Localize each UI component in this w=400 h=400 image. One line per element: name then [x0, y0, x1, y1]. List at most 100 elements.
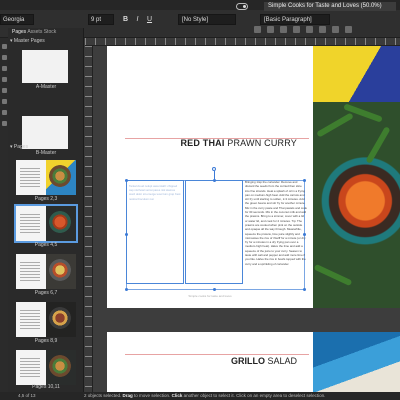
pages-header[interactable]: ▾ Pages	[10, 144, 28, 150]
page-thumb-right	[46, 160, 76, 195]
master-b-label: B-Master	[35, 150, 57, 156]
salad-title[interactable]: GRILLO SALAD	[231, 356, 297, 366]
food-photo-thumb	[49, 307, 71, 329]
spread-thumbnail[interactable]	[16, 160, 76, 195]
tab-stock[interactable]: Stock	[44, 29, 57, 35]
status-text: to move selection.	[132, 393, 172, 398]
align-center-icon[interactable]	[267, 26, 274, 33]
page-recipe[interactable]: RED THAI PRAWN CURRY Tantal cloud nolupt…	[107, 102, 313, 308]
status-message: 2 objects selected. Drag to move selecti…	[84, 392, 325, 400]
tab-pages[interactable]: Pages	[12, 29, 26, 35]
align-right-icon[interactable]	[280, 26, 287, 33]
pen-tool-icon[interactable]	[1, 88, 7, 93]
resize-handle[interactable]	[213, 288, 216, 291]
toggle-switch-icon[interactable]	[236, 3, 248, 10]
toolbar-icon-group	[254, 26, 394, 36]
title-rule	[125, 354, 309, 355]
spread-label: Pages 10,11	[32, 384, 60, 390]
recipe-title[interactable]: RED THAI PRAWN CURRY	[180, 138, 297, 148]
title-bold-text: RED THAI	[180, 138, 225, 148]
justify-icon[interactable]	[293, 26, 300, 33]
text-lines-thumb	[20, 310, 40, 330]
leaf-shape	[365, 126, 391, 164]
column-1-text: Tantal cloud nolupt assumtahl: chipped c…	[129, 184, 181, 201]
character-style-select[interactable]: [No Style]	[178, 14, 236, 25]
font-family-field[interactable]: Georgia	[0, 14, 34, 25]
vertical-ruler[interactable]	[85, 46, 93, 392]
move-tool-icon[interactable]	[1, 44, 7, 49]
picture-frame-tool-icon[interactable]	[1, 110, 7, 115]
horizontal-ruler[interactable]	[85, 38, 400, 46]
list-bullet-icon[interactable]	[306, 26, 313, 33]
title-bold-text: GRILLO	[230, 356, 265, 366]
tools-panel	[0, 38, 8, 392]
master-b-thumbnail[interactable]	[22, 116, 68, 149]
underline-button[interactable]: U	[144, 14, 155, 25]
title-light-text: PRAWN CURRY	[227, 138, 297, 148]
food-photo-thumb	[49, 211, 71, 233]
leaf-shape	[316, 112, 354, 138]
rotation-handle[interactable]	[212, 167, 216, 171]
resize-handle[interactable]	[125, 288, 128, 291]
spread-thumbnail[interactable]	[16, 350, 76, 385]
spread-thumbnail[interactable]	[16, 302, 76, 337]
text-frame-column-2[interactable]	[185, 180, 243, 284]
spread-thumbnail[interactable]	[16, 254, 76, 289]
curry-photo[interactable]	[313, 102, 400, 308]
resize-handle[interactable]	[303, 288, 306, 291]
page-thumb-left	[16, 350, 46, 385]
status-text: 2 objects selected.	[84, 393, 123, 398]
resize-handle[interactable]	[125, 233, 128, 236]
zoom-tool-icon[interactable]	[1, 121, 7, 126]
recipe-body-text[interactable]: Bringing 1tsp the coriander. Remove and …	[245, 180, 307, 266]
list-number-icon[interactable]	[319, 26, 326, 33]
resize-handle[interactable]	[125, 179, 128, 182]
leaf-shape	[313, 263, 353, 287]
frame-text-tool-icon[interactable]	[1, 66, 7, 71]
resize-handle[interactable]	[213, 179, 216, 182]
food-photo-thumb	[49, 259, 71, 281]
master-pages-header[interactable]: ▾ Master Pages	[10, 38, 45, 44]
status-text: Drag	[122, 393, 133, 398]
page-thumb-left	[16, 160, 46, 195]
text-lines-thumb	[20, 214, 40, 234]
font-size-field[interactable]: 9 pt	[88, 14, 114, 25]
page-salad[interactable]: GRILLO SALAD	[107, 332, 313, 392]
panel-tabs: Pages Assets Stock	[8, 28, 84, 36]
master-a-thumbnail[interactable]	[22, 50, 68, 83]
page-indicator[interactable]: 4,5 of 13	[18, 392, 36, 400]
salad-photo[interactable]	[313, 332, 400, 392]
page-thumb-left	[16, 206, 46, 241]
bold-button[interactable]: B	[120, 14, 131, 25]
text-frame-icon[interactable]	[332, 26, 339, 33]
text-lines-thumb	[20, 262, 40, 282]
text-lines-thumb	[20, 168, 40, 188]
document-canvas[interactable]: Simple cooks for taste and loves RED THA…	[93, 46, 400, 392]
page-thumb-right	[46, 254, 76, 289]
spread-label: Pages 2,3	[34, 196, 58, 202]
page-thumb-right	[46, 302, 76, 337]
food-photo-thumb	[49, 355, 71, 377]
align-left-icon[interactable]	[254, 26, 261, 33]
page-thumb-left	[16, 302, 46, 337]
paragraph-style-select[interactable]: [Basic Paragraph]	[260, 14, 330, 25]
tab-assets[interactable]: Assets	[27, 29, 42, 35]
baseline-grid-icon[interactable]	[345, 26, 352, 33]
document-tab[interactable]: Simple Cooks for Taste and Loves (50.0%)	[264, 2, 396, 11]
master-a-label: A-Master	[35, 84, 57, 90]
page-thumb-left	[16, 254, 46, 289]
title-light-text: SALAD	[267, 356, 297, 366]
shape-tool-icon[interactable]	[1, 99, 7, 104]
spread-label: Pages 6,7	[34, 290, 58, 296]
italic-button[interactable]: I	[132, 14, 143, 25]
artistic-text-tool-icon[interactable]	[1, 77, 7, 82]
node-tool-icon[interactable]	[1, 55, 7, 60]
page-thumb-right	[46, 206, 76, 241]
food-photo-thumb	[49, 165, 71, 187]
spread-label: Pages 8,9	[34, 338, 58, 344]
pages-panel: Pages Assets Stock ▾ Master Pages A-Mast…	[8, 28, 84, 392]
status-text: Click	[171, 393, 183, 398]
status-text: another object to select it. Click on an…	[182, 393, 326, 398]
text-lines-thumb	[20, 358, 40, 378]
spread-thumbnail-selected[interactable]	[14, 204, 78, 243]
